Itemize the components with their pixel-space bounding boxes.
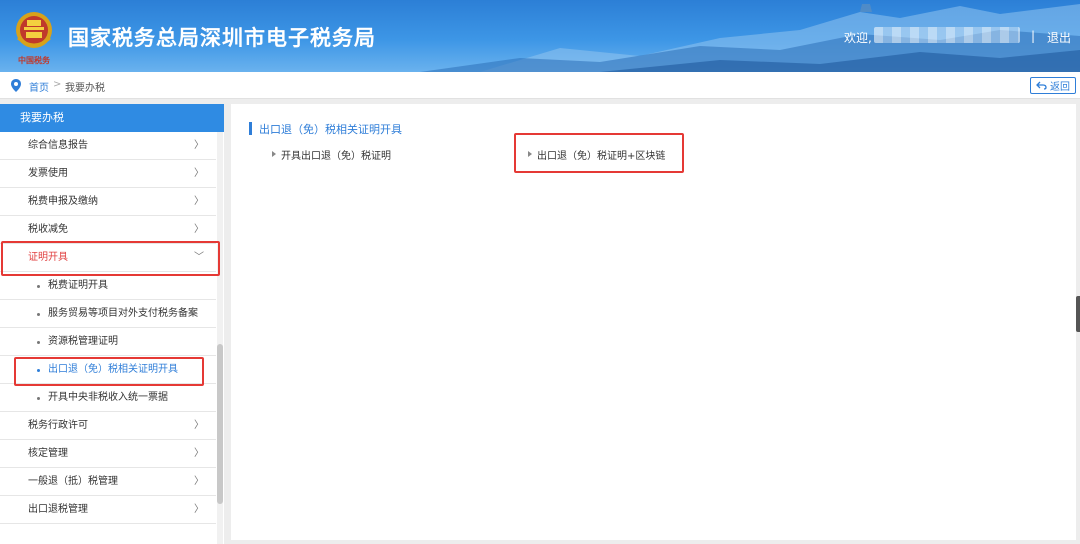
sidebar-menu: 综合信息报告〉 发票使用〉 税费申报及缴纳〉 税收减免〉 证明开具 ﹀ 税费证明开… (0, 132, 216, 524)
sidebar-item-administrative-license[interactable]: 税务行政许可 〉 (0, 412, 216, 440)
sidebar-item-comprehensive-report[interactable]: 综合信息报告 〉 (0, 132, 216, 160)
sidebar-item-certificate-issuance[interactable]: 证明开具 ﹀ (0, 244, 216, 272)
sidebar-item-invoice-use[interactable]: 发票使用 〉 (0, 160, 216, 188)
sidebar-item-export-refund-management[interactable]: 出口退税管理 〉 (0, 496, 216, 524)
sidebar-subitem-label: 税费证明开具 (48, 280, 108, 291)
back-button-label: 返回 (1050, 82, 1070, 93)
tax-emblem-logo: 中国税务 (12, 8, 56, 66)
chevron-right-icon: 〉 (194, 196, 204, 207)
sidebar-item-label: 税费申报及缴纳 (28, 196, 98, 207)
sidebar-item-tax-declaration[interactable]: 税费申报及缴纳 〉 (0, 188, 216, 216)
breadcrumb-separator: > (53, 79, 62, 90)
chevron-right-icon: 〉 (194, 168, 204, 179)
chevron-right-icon: 〉 (194, 224, 204, 235)
breadcrumb-current: 我要办税 (65, 83, 105, 94)
sidebar-title: 我要办税 (0, 104, 224, 132)
side-float-tab[interactable] (1076, 296, 1080, 332)
logout-link[interactable]: 退出 (1047, 29, 1071, 46)
breadcrumb-home-link[interactable]: 首页 (29, 79, 49, 94)
sidebar-item-label: 一般退（抵）税管理 (28, 476, 118, 487)
sidebar-subitem-resource-tax-certificate[interactable]: 资源税管理证明 (0, 328, 216, 356)
chevron-down-icon: ﹀ (194, 252, 204, 263)
location-pin-icon (11, 79, 21, 92)
sidebar-subitem-label: 服务贸易等项目对外支付税务备案 (48, 308, 198, 319)
sidebar-item-label: 综合信息报告 (28, 140, 88, 151)
sidebar-item-label: 证明开具 (28, 252, 68, 263)
chevron-right-icon: 〉 (194, 448, 204, 459)
sidebar-item-label: 发票使用 (28, 168, 68, 179)
welcome-text: 欢迎, (844, 31, 872, 45)
header-banner: 中国税务 国家税务总局深圳市电子税务局 欢迎, | 退出 (0, 0, 1080, 72)
sidebar-item-general-refund[interactable]: 一般退（抵）税管理 〉 (0, 468, 216, 496)
sidebar-subitem-label: 开具中央非税收入统一票据 (48, 392, 168, 403)
site-title: 国家税务总局深圳市电子税务局 (68, 26, 376, 50)
sidebar-subitem-label: 资源税管理证明 (48, 336, 118, 347)
chevron-right-icon: 〉 (194, 140, 204, 151)
sidebar-scrollbar-thumb[interactable] (217, 344, 223, 504)
link-issue-export-refund-certificate[interactable]: 开具出口退（免）税证明 (272, 147, 391, 162)
sidebar-item-tax-reduction[interactable]: 税收减免 〉 (0, 216, 216, 244)
main-content: 出口退（免）税相关证明开具 开具出口退（免）税证明 出口退（免）税证明+区块链 (231, 104, 1076, 540)
sidebar-subitem-nontax-receipt[interactable]: 开具中央非税收入统一票据 (0, 384, 216, 412)
header-separator: | (1031, 29, 1036, 43)
back-button[interactable]: 返回 (1030, 77, 1076, 94)
sidebar-subitem-service-trade-filing[interactable]: 服务贸易等项目对外支付税务备案 (0, 300, 216, 328)
sidebar-item-label: 出口退税管理 (28, 504, 88, 515)
chevron-right-icon: 〉 (194, 476, 204, 487)
breadcrumb: 首页 > 我要办税 (0, 72, 1080, 99)
section-title: 出口退（免）税相关证明开具 (249, 121, 402, 137)
sidebar-item-assessment-management[interactable]: 核定管理 〉 (0, 440, 216, 468)
chevron-right-icon: 〉 (194, 504, 204, 515)
link-export-refund-certificate-blockchain[interactable]: 出口退（免）税证明+区块链 (528, 147, 665, 162)
blurred-username (874, 27, 1020, 43)
sidebar-item-label: 核定管理 (28, 448, 68, 459)
sidebar-item-label: 税收减免 (28, 224, 68, 235)
sidebar: 我要办税 综合信息报告〉 发票使用〉 税费申报及缴纳〉 税收减免〉 证明开具 ﹀ … (0, 104, 224, 544)
return-arrow-icon (1036, 81, 1047, 90)
chevron-right-icon: 〉 (194, 420, 204, 431)
sidebar-subitem-label: 出口退（免）税相关证明开具 (48, 364, 178, 375)
sidebar-subitem-tax-certificate[interactable]: 税费证明开具 (0, 272, 216, 300)
emblem-caption: 中国税务 (18, 55, 51, 65)
sidebar-item-label: 税务行政许可 (28, 420, 88, 431)
sidebar-subitem-export-refund-certificate[interactable]: 出口退（免）税相关证明开具 (0, 356, 216, 384)
